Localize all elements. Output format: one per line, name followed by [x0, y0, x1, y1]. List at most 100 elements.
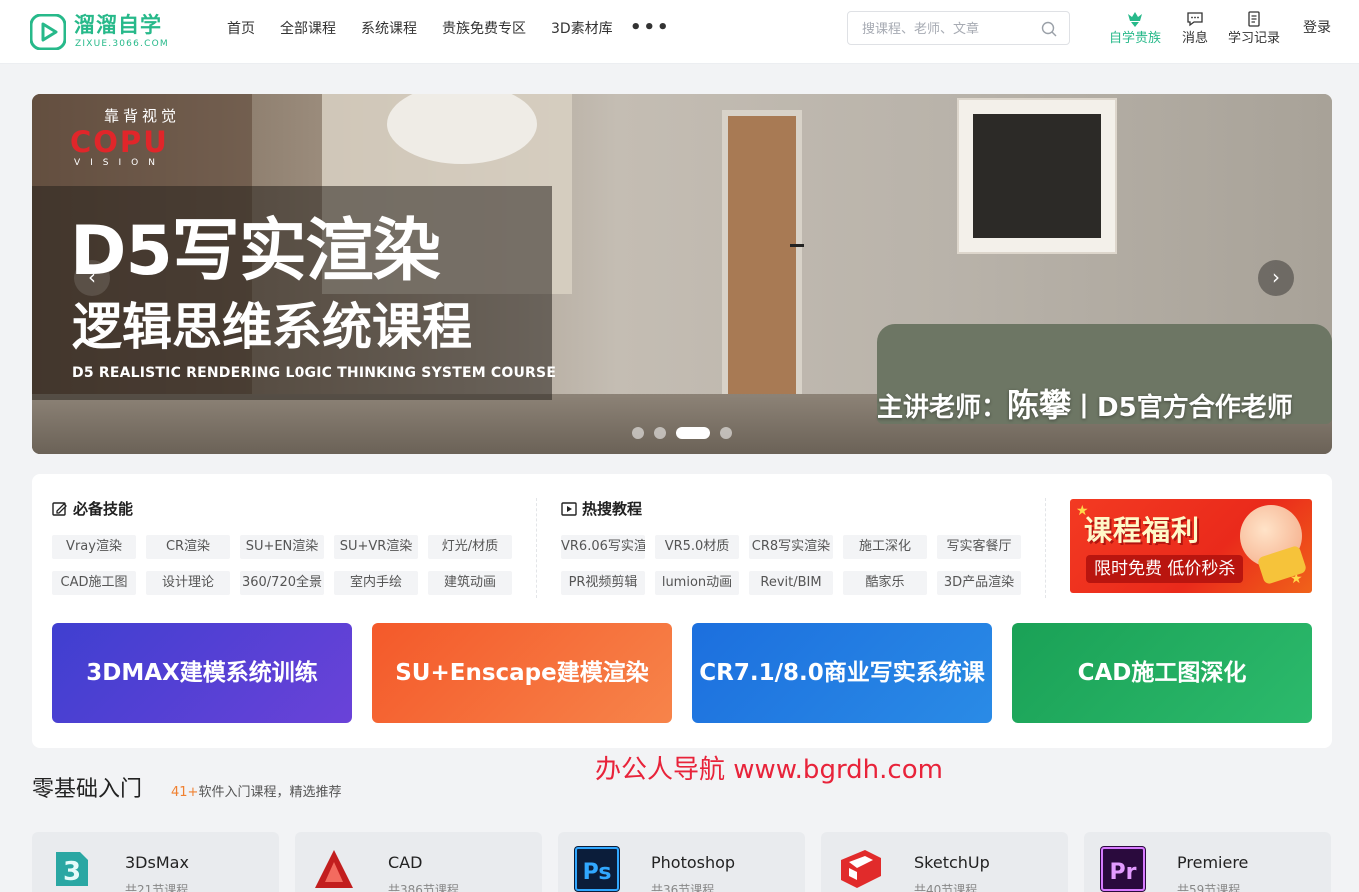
teacher-suffix: 丨D5官方合作老师 [1071, 393, 1293, 423]
premiere-icon: Pr [1100, 846, 1146, 892]
watermark-text: 办公人导航 www.bgrdh.com [595, 755, 943, 785]
promo-badge: 限时免费 低价秒杀 [1086, 555, 1244, 583]
nav-more-button[interactable]: ••• [630, 19, 671, 37]
banner-next-button[interactable]: › [1258, 260, 1294, 296]
section-divider [536, 498, 537, 598]
banner-pagination [632, 427, 732, 439]
software-name: Photoshop [651, 853, 736, 872]
message-icon [1187, 12, 1203, 27]
site-logo[interactable]: 溜溜自学 ZIXUE.3066.COM [30, 12, 190, 52]
software-card-3dsmax[interactable]: 3 3DsMax 共21节课程 [32, 832, 279, 892]
hot-tag[interactable]: 3D产品渲染 [937, 571, 1021, 595]
software-name: CAD [388, 853, 423, 872]
study-record-link[interactable]: 学习记录 [1228, 10, 1280, 48]
skill-tag[interactable]: CR渲染 [146, 535, 230, 559]
skill-tag[interactable]: 室内手绘 [334, 571, 418, 595]
logo-text: 溜溜自学 [74, 13, 162, 37]
software-card-photoshop[interactable]: Ps Photoshop 共36节课程 [558, 832, 805, 892]
search-icon[interactable] [1041, 21, 1057, 37]
hot-tag[interactable]: VR5.0材质 [655, 535, 739, 559]
teacher-prefix: 主讲老师： [877, 393, 1008, 423]
hot-tag[interactable]: VR6.06写实渲染 [561, 535, 645, 559]
vip-link[interactable]: 自学贵族 [1109, 10, 1161, 48]
software-count: 共59节课程 [1177, 883, 1241, 892]
software-name: SketchUp [914, 853, 990, 872]
hot-tag[interactable]: Revit/BIM [749, 571, 833, 595]
skill-tag[interactable]: Vray渲染 [52, 535, 136, 559]
course-card-su-enscape[interactable]: SU+Enscape建模渲染 [372, 623, 672, 723]
login-button[interactable]: 登录 [1303, 19, 1331, 37]
nav-system-courses[interactable]: 系统课程 [361, 18, 417, 40]
course-welfare-promo[interactable]: ★ ★ 课程福利 限时免费 低价秒杀 [1070, 499, 1312, 593]
software-count: 共21节课程 [125, 883, 189, 892]
svg-text:Pr: Pr [1110, 860, 1137, 885]
skill-tag[interactable]: SU+EN渲染 [240, 535, 324, 559]
software-name: Premiere [1177, 853, 1249, 872]
course-card-3dmax[interactable]: 3DMAX建模系统训练 [52, 623, 352, 723]
banner-title: D5写实渲染 [70, 212, 441, 291]
document-icon [1248, 11, 1260, 27]
banner-dot-3[interactable] [676, 427, 710, 439]
study-record-label: 学习记录 [1228, 31, 1281, 46]
banner-prev-button[interactable]: ‹ [74, 260, 110, 296]
banner-door-decor [722, 110, 802, 394]
crown-diamond-icon [1128, 12, 1142, 27]
logo-play-icon [30, 14, 66, 50]
software-card-sketchup[interactable]: SketchUp 共40节课程 [821, 832, 1068, 892]
hot-tag[interactable]: 施工深化 [843, 535, 927, 559]
skill-tag[interactable]: 灯光/材质 [428, 535, 512, 559]
top-header: 溜溜自学 ZIXUE.3066.COM 首页 全部课程 系统课程 贵族免费专区 … [0, 0, 1359, 64]
skill-tag[interactable]: SU+VR渲染 [334, 535, 418, 559]
software-card-premiere[interactable]: Pr Premiere 共59节课程 [1084, 832, 1331, 892]
promo-title: 课程福利 [1084, 514, 1201, 547]
banner-dot-2[interactable] [654, 427, 666, 439]
svg-text:Ps: Ps [583, 860, 612, 885]
nav-vip-free[interactable]: 贵族免费专区 [442, 18, 526, 40]
hot-tag[interactable]: PR视频剪辑 [561, 571, 645, 595]
hero-banner[interactable]: 靠背视觉 COPU VISION D5写实渲染 逻辑思维系统课程 D5 REAL… [32, 94, 1332, 454]
skill-tag[interactable]: 设计理论 [146, 571, 230, 595]
hot-tag[interactable]: CR8写实渲染 [749, 535, 833, 559]
hot-tag-grid: VR6.06写实渲染 VR5.0材质 CR8写实渲染 施工深化 写实客餐厅 PR… [561, 535, 1021, 595]
banner-dot-4[interactable] [720, 427, 732, 439]
hot-tag[interactable]: lumion动画 [655, 571, 739, 595]
course-card-cad[interactable]: CAD施工图深化 [1012, 623, 1312, 723]
hot-section-title: 热搜教程 [561, 498, 642, 520]
banner-door-knob [790, 244, 804, 247]
main-nav: 首页 全部课程 系统课程 贵族免费专区 3D素材库 [227, 18, 638, 40]
banner-dot-1[interactable] [632, 427, 644, 439]
software-count: 共386节课程 [388, 883, 459, 892]
3dsmax-icon: 3 [48, 846, 94, 892]
nav-home[interactable]: 首页 [227, 18, 255, 40]
software-card-cad[interactable]: CAD 共386节课程 [295, 832, 542, 892]
skill-tag[interactable]: 建筑动画 [428, 571, 512, 595]
autocad-icon [311, 846, 357, 892]
nav-3d-assets[interactable]: 3D素材库 [551, 18, 613, 40]
skills-section-title: 必备技能 [52, 498, 133, 520]
hot-title: 热搜教程 [582, 500, 643, 518]
system-course-cards: 3DMAX建模系统训练 SU+Enscape建模渲染 CR7.1/8.0商业写实… [52, 623, 1312, 723]
skills-title: 必备技能 [73, 500, 134, 518]
software-count: 共40节课程 [914, 883, 978, 892]
banner-english-title: D5 REALISTIC RENDERING L0GIC THINKING SY… [72, 365, 557, 381]
edit-icon [52, 502, 67, 516]
banner-artwork-decor [957, 98, 1117, 254]
nav-all-courses[interactable]: 全部课程 [280, 18, 336, 40]
teacher-name: 陈攀 [1007, 386, 1072, 424]
logo-domain: ZIXUE.3066.COM [75, 39, 169, 49]
skill-tag[interactable]: CAD施工图 [52, 571, 136, 595]
vip-label: 自学贵族 [1109, 31, 1162, 46]
course-card-cr[interactable]: CR7.1/8.0商业写实系统课 [692, 623, 992, 723]
banner-brand-en: VISION [74, 158, 165, 168]
beginner-section-subtitle: 41+软件入门课程，精选推荐 [171, 783, 341, 803]
software-count: 共36节课程 [651, 883, 715, 892]
search-input[interactable] [862, 18, 1032, 40]
beginner-count: 41+ [171, 785, 199, 800]
hot-tag[interactable]: 写实客餐厅 [937, 535, 1021, 559]
section-divider [1045, 498, 1046, 598]
skill-tag[interactable]: 360/720全景 [240, 571, 324, 595]
banner-subtitle: 逻辑思维系统课程 [72, 298, 472, 356]
hot-tag[interactable]: 酷家乐 [843, 571, 927, 595]
banner-brand-cn: 靠背视觉 [104, 107, 181, 125]
messages-link[interactable]: 消息 [1182, 10, 1208, 48]
